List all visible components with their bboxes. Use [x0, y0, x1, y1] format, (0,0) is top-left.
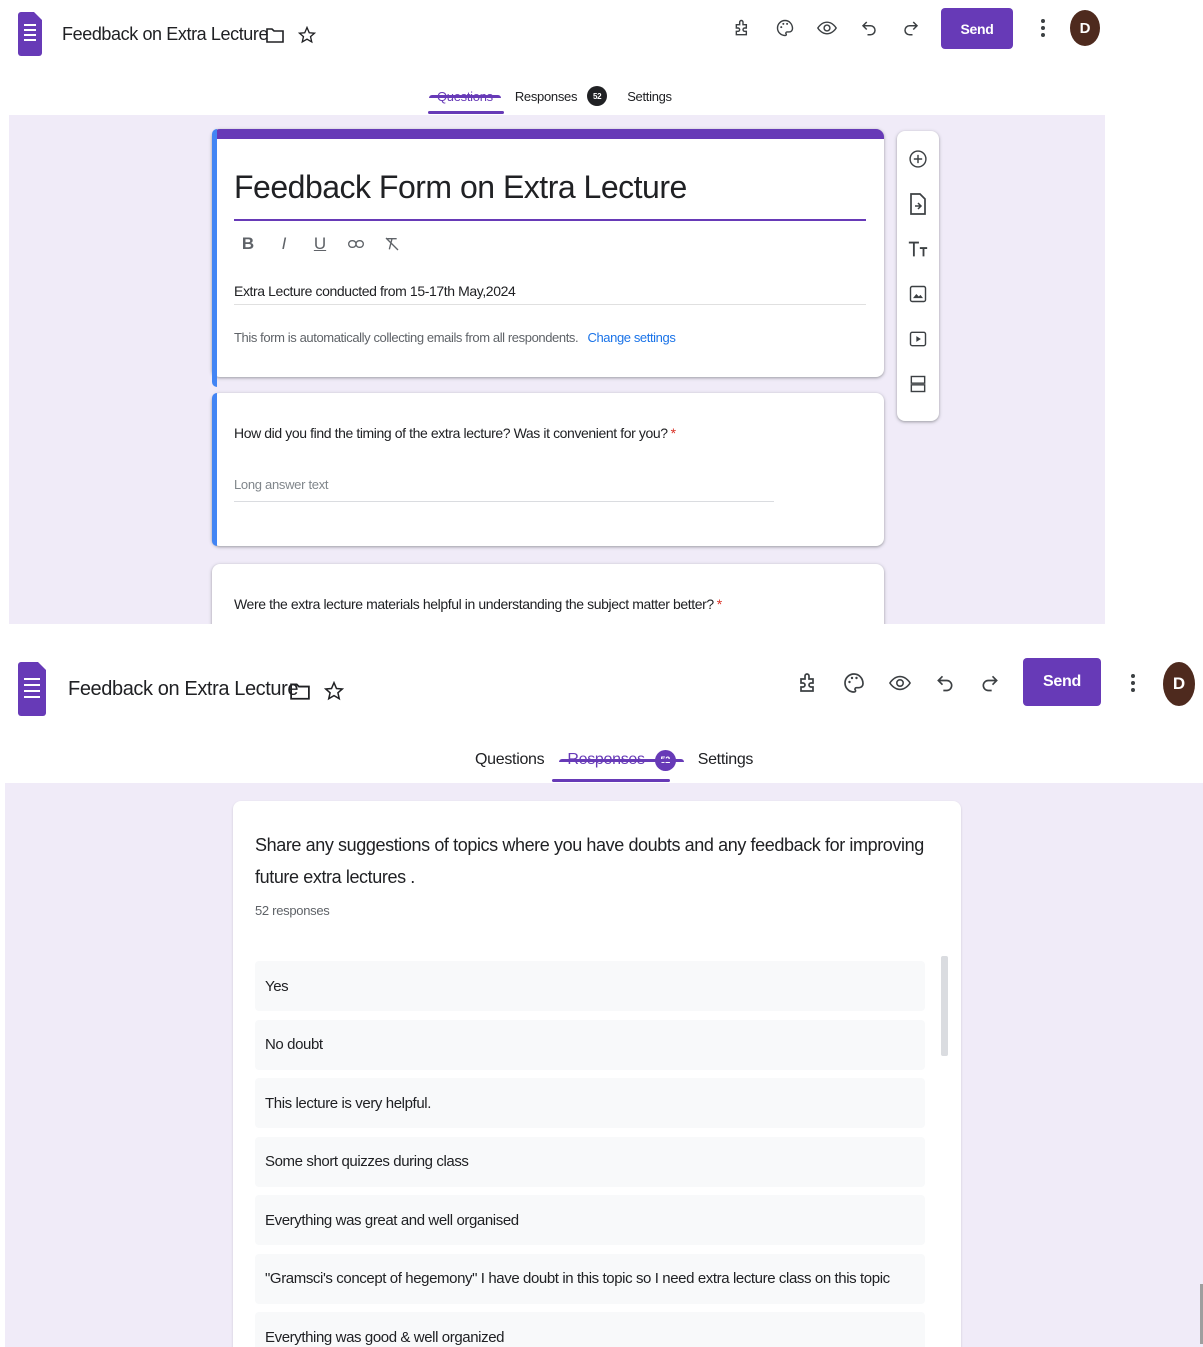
tab-questions[interactable]: Questions: [429, 88, 501, 104]
question-card-materials[interactable]: Were the extra lecture materials helpful…: [212, 564, 884, 624]
star-icon[interactable]: [322, 679, 346, 703]
response-item: Everything was great and well organised: [255, 1195, 925, 1245]
response-item: "Gramsci's concept of hegemony" I have d…: [255, 1253, 925, 1304]
text-format-toolbar: B I U: [240, 234, 400, 254]
response-list-scrollbar[interactable]: [941, 956, 948, 1056]
add-video-icon[interactable]: [906, 327, 930, 351]
response-item: No doubt: [255, 1019, 925, 1070]
palette-icon[interactable]: [841, 670, 867, 696]
more-vert-icon[interactable]: [1032, 17, 1054, 39]
send-button[interactable]: Send: [1023, 658, 1101, 706]
form-header-card[interactable]: Feedback Form on Extra Lecture B I U Ext…: [212, 129, 884, 387]
long-answer-placeholder: Long answer text: [234, 477, 329, 492]
question-side-toolbar: [897, 131, 939, 421]
change-settings-link[interactable]: Change settings: [587, 330, 675, 345]
question-text: Were the extra lecture materials helpful…: [234, 596, 714, 612]
underline-button[interactable]: U: [312, 234, 328, 254]
active-question-indicator: [212, 393, 217, 546]
tab-settings[interactable]: Settings: [697, 751, 754, 769]
undo-icon[interactable]: [932, 670, 958, 696]
bold-button[interactable]: B: [240, 234, 256, 254]
send-button[interactable]: Send: [941, 8, 1013, 49]
question-title[interactable]: How did you find the timing of the extra…: [234, 425, 676, 441]
italic-button[interactable]: I: [276, 234, 292, 254]
responses-count-badge: 52: [587, 86, 608, 106]
undo-icon[interactable]: [858, 17, 880, 39]
tab-settings[interactable]: Settings: [627, 89, 672, 104]
add-title-icon[interactable]: [906, 237, 930, 261]
avatar[interactable]: D: [1070, 10, 1100, 46]
required-asterisk: *: [716, 596, 722, 612]
add-image-icon[interactable]: [906, 282, 930, 306]
response-item: This lecture is very helpful.: [255, 1078, 925, 1128]
folder-icon[interactable]: [264, 24, 286, 46]
clear-format-icon[interactable]: [384, 234, 400, 254]
response-item: Some short quizzes during class: [255, 1136, 925, 1187]
tab-responses-label: Responses: [514, 88, 578, 104]
email-collection-note: This form is automatically collecting em…: [234, 330, 676, 345]
tab-questions-label: Questions: [475, 751, 545, 768]
email-collection-text: This form is automatically collecting em…: [234, 330, 579, 345]
response-question-title: Share any suggestions of topics where yo…: [255, 835, 924, 887]
form-description[interactable]: Extra Lecture conducted from 15-17th May…: [234, 283, 516, 299]
text-response-summary-card: Share any suggestions of topics where yo…: [233, 801, 961, 1347]
response-count: 52 responses: [255, 903, 330, 918]
responses-screenshot: Feedback on Extra Lecture Send D Questio…: [0, 624, 1203, 1347]
tab-responses[interactable]: Responses 52: [559, 749, 685, 771]
questions-screenshot: Feedback on Extra Lecture Send D Questio…: [0, 0, 1203, 624]
description-underline: [234, 304, 866, 305]
folder-icon[interactable]: [288, 679, 312, 703]
response-item: Yes: [255, 961, 925, 1011]
tab-bar: Questions Responses 52 Settings: [429, 86, 672, 106]
tab-settings-label: Settings: [627, 88, 672, 104]
preview-icon[interactable]: [887, 670, 913, 696]
active-tab-indicator: [552, 779, 670, 782]
response-list[interactable]: Yes No doubt This lecture is very helpfu…: [255, 961, 925, 1347]
required-asterisk: *: [670, 425, 676, 441]
active-tab-indicator: [428, 111, 504, 114]
avatar[interactable]: D: [1163, 662, 1195, 706]
forms-logo[interactable]: [18, 662, 46, 716]
tab-questions-label: Questions: [437, 88, 493, 104]
star-icon[interactable]: [296, 24, 318, 46]
add-on-icon[interactable]: [796, 670, 822, 696]
tab-responses[interactable]: Responses 52: [514, 86, 608, 106]
selection-indicator: [212, 129, 217, 387]
redo-icon[interactable]: [900, 17, 922, 39]
form-title[interactable]: Feedback Form on Extra Lecture: [234, 169, 687, 206]
add-section-icon[interactable]: [906, 372, 930, 396]
link-icon[interactable]: [348, 234, 364, 254]
tab-bar: Questions Responses 52 Settings: [475, 748, 753, 772]
long-answer-underline: [234, 501, 774, 502]
more-vert-icon[interactable]: [1120, 670, 1146, 696]
import-questions-icon[interactable]: [906, 192, 930, 216]
question-text: How did you find the timing of the extra…: [234, 425, 668, 441]
tab-settings-label: Settings: [697, 751, 754, 768]
redo-icon[interactable]: [977, 670, 1003, 696]
add-question-icon[interactable]: [906, 147, 930, 171]
response-item: Everything was good & well organized: [255, 1312, 925, 1347]
tab-responses-label: Responses: [567, 751, 645, 768]
question-title[interactable]: Were the extra lecture materials helpful…: [234, 596, 722, 612]
palette-icon[interactable]: [774, 17, 796, 39]
forms-logo[interactable]: [18, 12, 42, 56]
form-title-underline: [234, 219, 866, 221]
responses-count-badge: 52: [654, 749, 676, 771]
tab-questions[interactable]: Questions: [475, 751, 545, 769]
preview-icon[interactable]: [816, 17, 838, 39]
question-card-timing[interactable]: How did you find the timing of the extra…: [212, 393, 884, 546]
doc-title[interactable]: Feedback on Extra Lecture: [68, 678, 299, 701]
doc-title[interactable]: Feedback on Extra Lecture: [62, 24, 269, 45]
add-on-icon[interactable]: [732, 17, 754, 39]
